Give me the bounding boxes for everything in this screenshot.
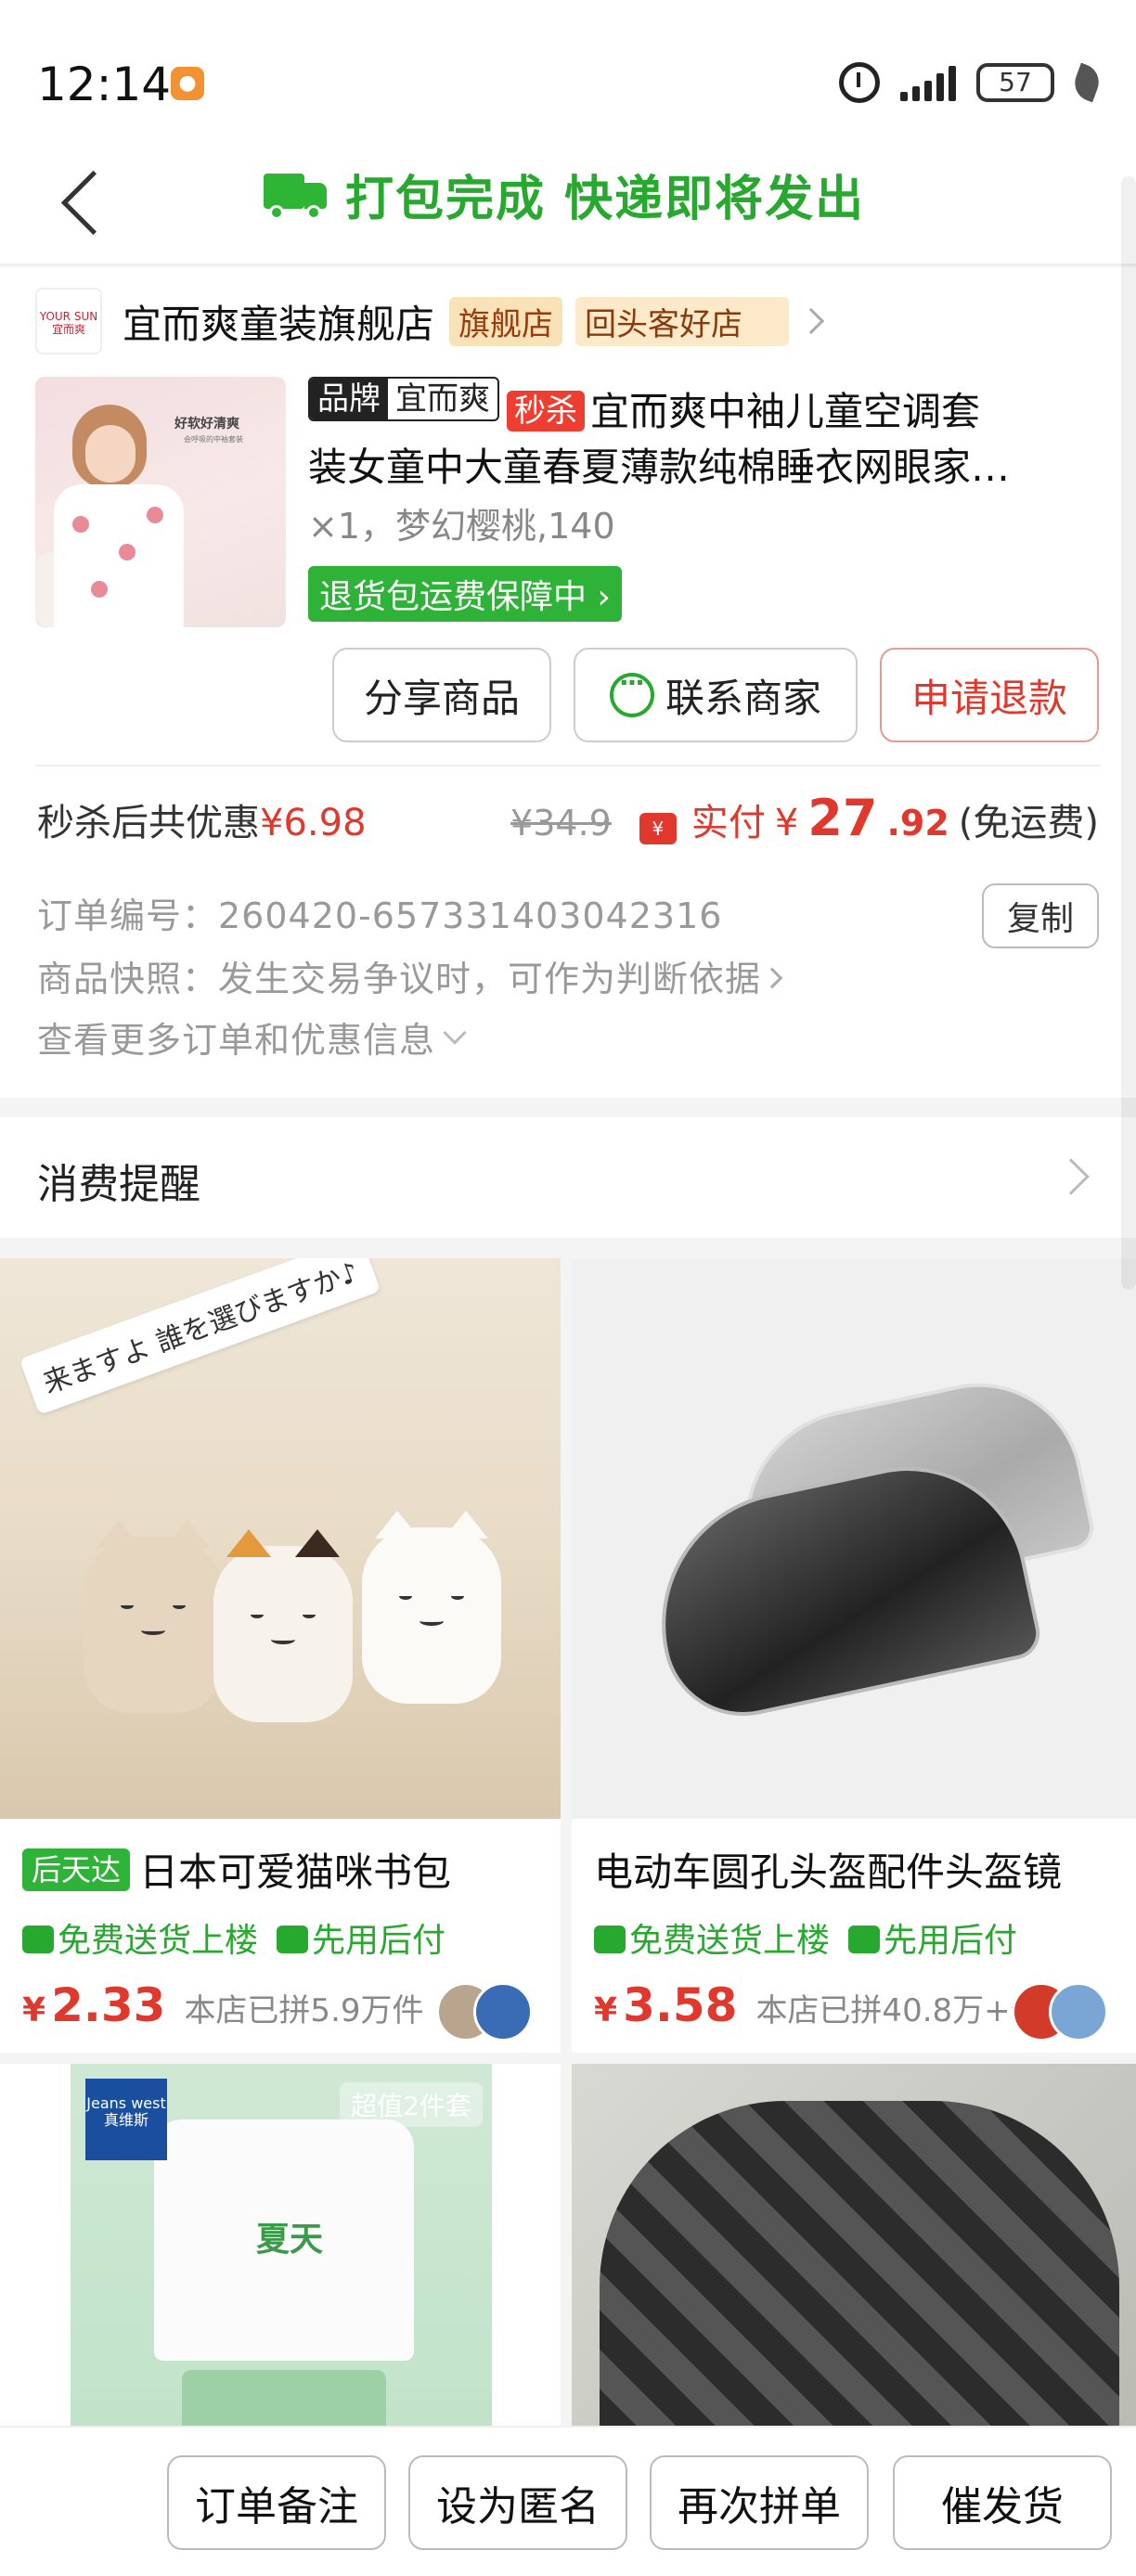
product-card-title: 电动车圆孔头盔配件头盔镜 [594,1849,1063,1895]
chevron-right-icon [761,967,783,989]
scrollbar[interactable] [1121,176,1136,1290]
fast-delivery-badge: 后天达 [22,1848,131,1891]
red-packet-icon: ¥ [639,813,677,844]
flash-sale-tag: 秒杀 [507,391,585,431]
product-image[interactable]: 好软好清爽 会呼吸的中袖套装 [35,377,286,627]
cat-image-text: 来ますよ 誰を選びますか♪ [19,1258,381,1415]
chevron-down-icon [443,1021,467,1045]
urge-shipping-button[interactable]: 催发货 [893,2455,1112,2550]
truck-icon [22,1926,54,1953]
paid-label: 实付 [691,802,766,844]
product-title-line1: 宜而爽中袖儿童空调套 [590,389,981,434]
product-card-price: ¥2.33 本店已拼5.9万件 [22,1978,424,2032]
shirt-print-text: 夏天 [256,2221,324,2259]
bottom-action-bar: 订单备注 设为匿名 再次拼单 催发货 [0,2426,1136,2576]
return-shipping-guarantee[interactable]: 退货包运费保障中 › [308,566,622,622]
paid-cents: .92 [886,803,949,844]
alarm-icon [839,62,880,103]
order-note-button[interactable]: 订单备注 [167,2455,386,2550]
shop-logo: YOUR SUN 宜而爽 [35,288,102,354]
back-icon[interactable] [46,158,130,241]
product-card[interactable]: 来ますよ 誰を選びますか♪ 后天达 日本可爱猫咪书包 免费送货上楼 先用后付 ¥… [0,1258,561,2053]
order-number: 订单编号：260420-657331403042316 [37,895,723,936]
buyer-avatars [1012,1982,1114,2041]
product-card[interactable]: 电动车圆孔头盔配件头盔镜 免费送货上楼 先用后付 ¥3.58 本店已拼40.8万… [572,1258,1136,2053]
contact-seller-button[interactable]: 联系商家 [574,648,858,742]
product-spec: ×1，梦幻樱桃,140 [308,506,615,547]
product-card-image: 来ますよ 誰を選びますか♪ [0,1258,561,1819]
page-title: 打包完成 快递即将发出 [264,160,865,229]
pay-later-icon [848,1926,881,1953]
discount-value: ¥6.98 [260,802,367,844]
contact-seller-label: 联系商家 [665,675,821,721]
original-price: ¥34.9 [510,803,612,844]
set-badge: 超值2件套 [340,2082,483,2127]
more-order-info[interactable]: 查看更多订单和优惠信息 [37,1011,467,1063]
copy-button[interactable]: 复制 [982,883,1099,948]
chat-bubble-icon: ● [171,67,204,100]
consumption-reminder[interactable]: 消费提醒 [0,1117,1136,1238]
brand-tag: 品牌 宜而爽 [308,377,499,421]
pay-later-icon [277,1926,309,1953]
set-anonymous-button[interactable]: 设为匿名 [408,2455,627,2550]
product-card-price: ¥3.58 本店已拼40.8万+件 [594,1978,1042,2032]
rebuy-button[interactable]: 再次拼单 [650,2455,869,2550]
truck-icon [264,170,329,220]
status-time: 12:14 [37,58,172,111]
page-header: 打包完成 快递即将发出 [0,139,1136,265]
product-snapshot-link[interactable]: 商品快照：发生交易争议时，可作为判断依据 [37,950,783,1001]
product-image-subcaption: 会呼吸的中袖套装 [184,435,243,444]
leaf-icon [1069,62,1104,103]
truck-icon [594,1926,626,1953]
product-card-tags: 免费送货上楼 先用后付 [22,1913,445,1962]
product-image-caption: 好软好清爽 [174,417,239,431]
paid-currency: ¥ [774,802,799,844]
chevron-right-icon [797,307,825,335]
return-customer-badge: 回头客好店 [575,296,790,346]
battery-icon: 57 [976,63,1054,102]
page-title-text: 打包完成 快递即将发出 [345,172,866,227]
reminder-label: 消费提醒 [37,1161,200,1208]
shipping-note: (免运费) [958,802,1099,844]
status-bar: 12:14 ● 57 [0,0,1136,139]
product-card-title: 后天达 日本可爱猫咪书包 [22,1841,451,1898]
paid-price-row: ¥34.9 ¥ 实付 ¥27.92 (免运费) [510,789,1099,847]
brand-logo: Jeans west 真维斯 [85,2079,167,2160]
signal-icon [900,64,956,101]
divider [35,765,1101,766]
order-card: YOUR SUN 宜而爽 宜而爽童装旗舰店 旗舰店 回头客好店 好软好清爽 会呼… [0,267,1136,1098]
discount-summary: 秒杀后共优惠¥6.98 [37,802,367,844]
status-icons: 57 [839,59,1104,106]
paid-amount: 27 [807,789,878,847]
product-title-line2: 装女童中大童春夏薄款纯棉睡衣网眼家… [308,444,1011,490]
product-title[interactable]: 品牌 宜而爽 秒杀 宜而爽中袖儿童空调套 装女童中大童春夏薄款纯棉睡衣网眼家… [308,377,1088,496]
shop-name[interactable]: 宜而爽童装旗舰店 [123,293,434,350]
product-card-tags: 免费送货上楼 先用后付 [594,1913,1017,1962]
shop-row[interactable]: YOUR SUN 宜而爽 宜而爽童装旗舰店 旗舰店 回头客好店 [35,284,825,358]
share-product-button[interactable]: 分享商品 [332,648,551,742]
request-refund-button[interactable]: 申请退款 [880,648,1099,742]
product-card-image [572,1258,1136,1819]
chevron-right-icon [1052,1158,1090,1195]
buyer-avatars [436,1982,538,2041]
chat-icon [609,667,654,717]
flagship-badge: 旗舰店 [449,296,563,346]
